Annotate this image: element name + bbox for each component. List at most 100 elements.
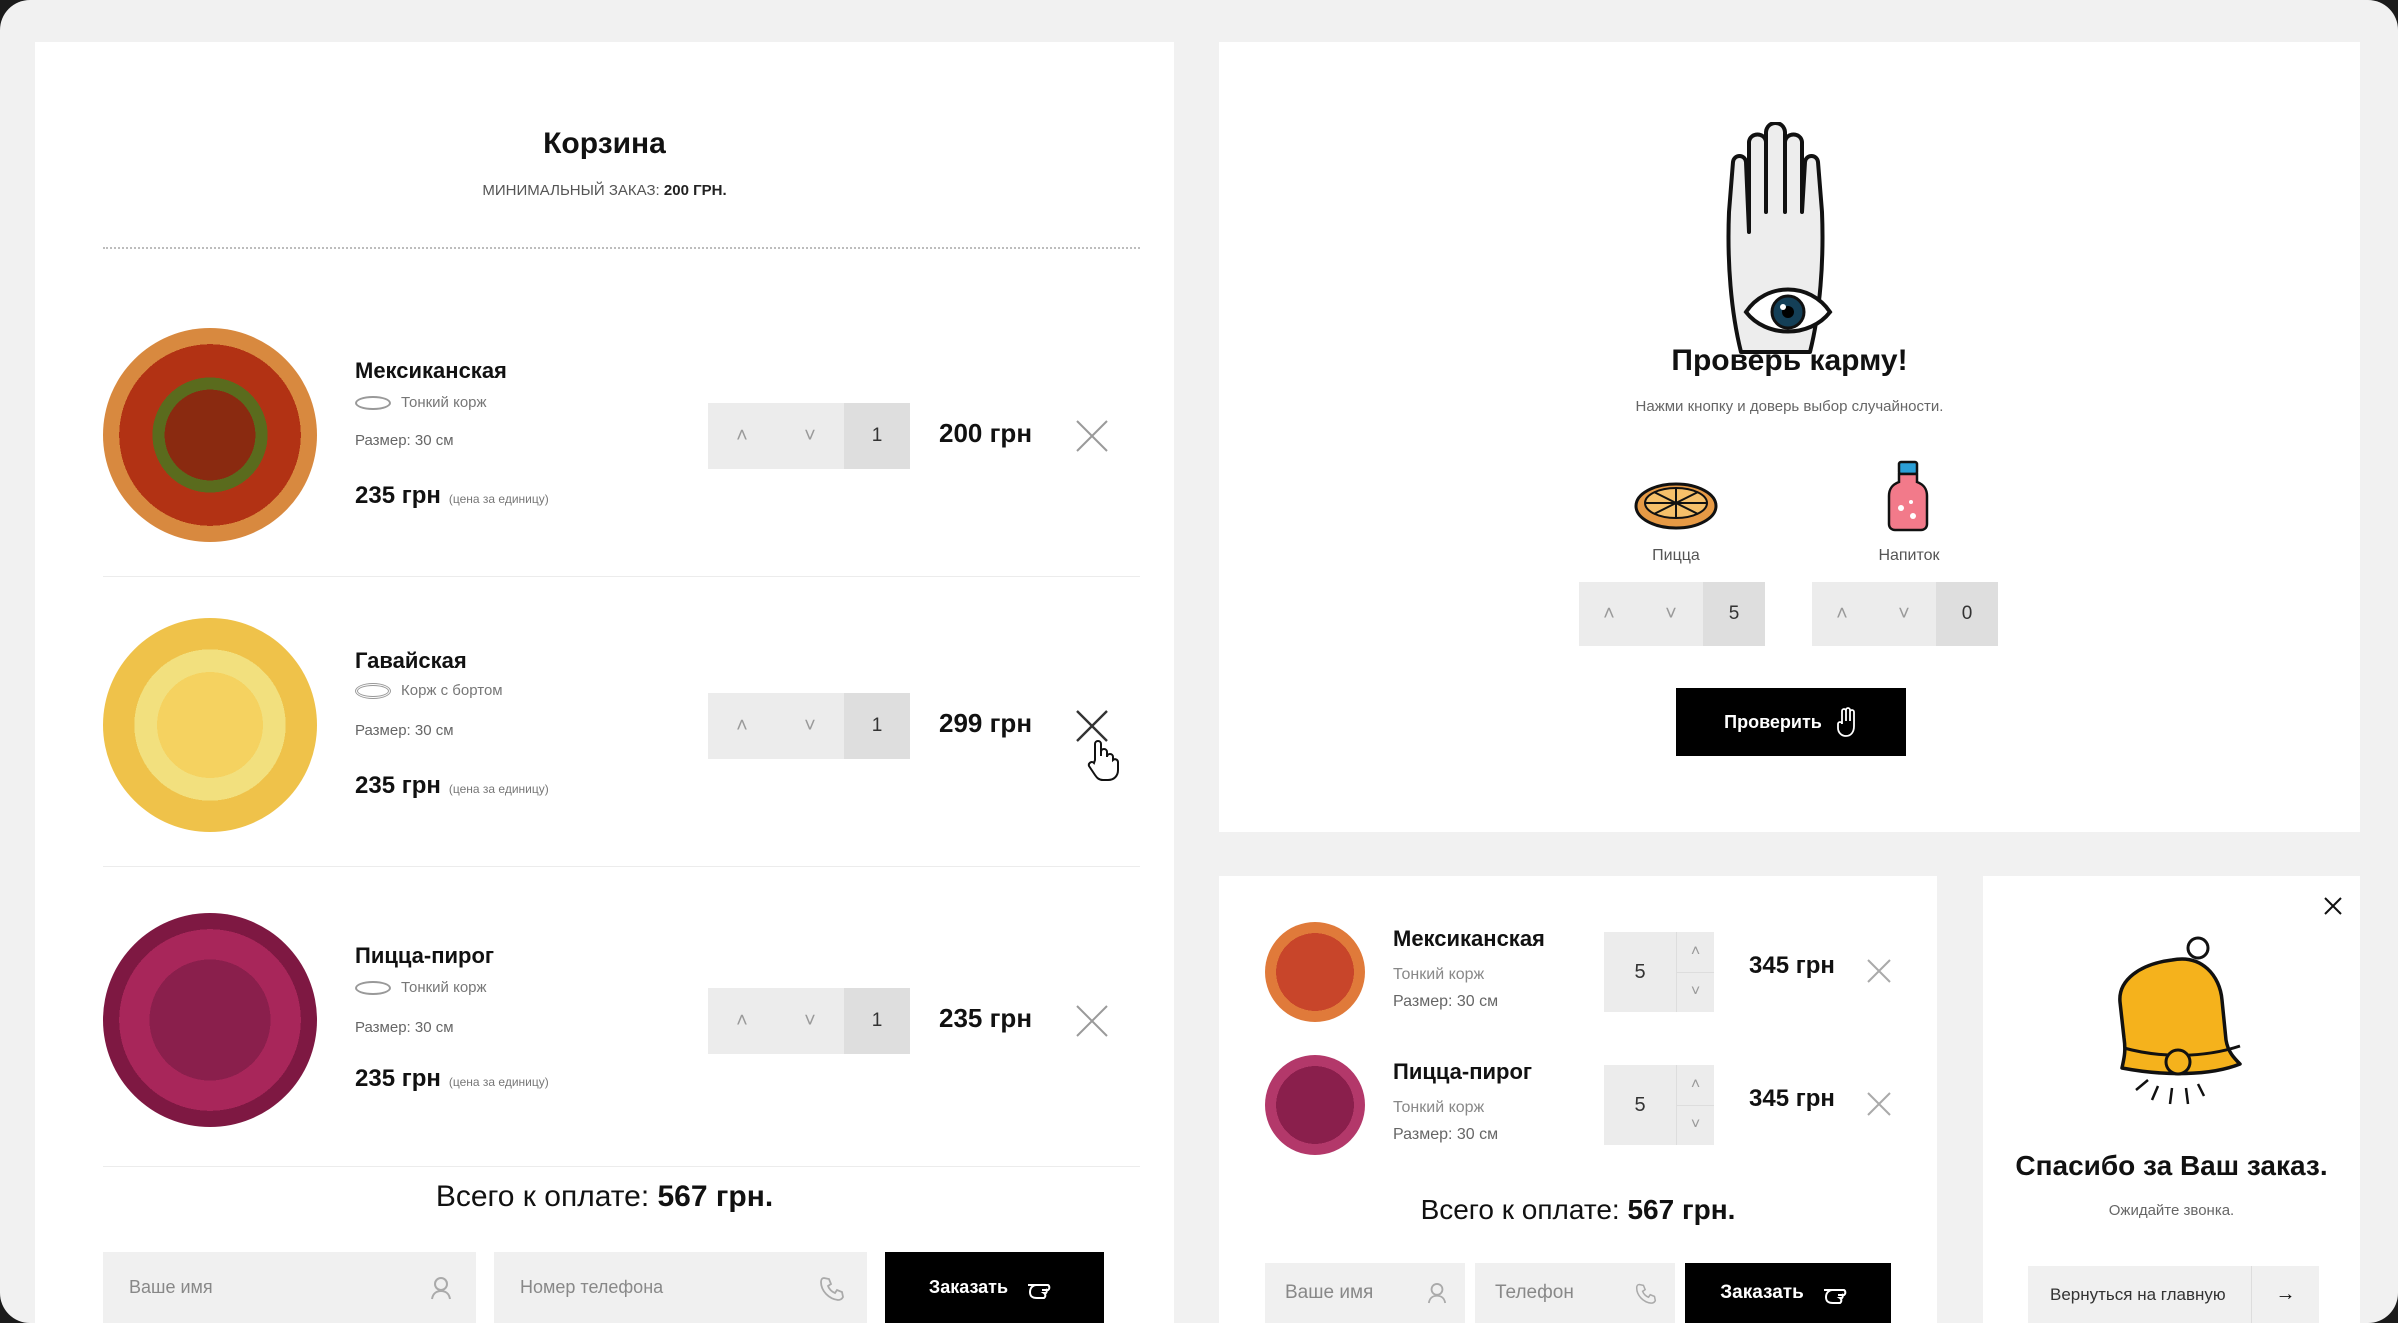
pointing-hand-icon (1028, 1283, 1051, 1299)
cart-item: Пицца-пирог Тонкий корж Размер: 30 см 23… (35, 867, 1174, 1167)
drink-label: Напиток (1878, 547, 1940, 564)
item-divider (103, 1166, 1140, 1167)
item-unit-price: 235 грн (цена за единицу) (355, 1065, 549, 1092)
quantity-stepper: ˄ ˅ 1 (708, 693, 910, 759)
item-total: 200 грн (939, 418, 1033, 448)
increment-button[interactable]: ˄ (708, 403, 776, 469)
back-to-home-button[interactable]: Вернуться на главную → (2028, 1266, 2319, 1323)
item-name: Пицца-пирог (355, 943, 495, 968)
pizza-icon (1634, 482, 1718, 530)
hand-icon (1836, 707, 1855, 737)
increment-button[interactable]: ˄ (708, 988, 776, 1054)
pizza-image-pie (1265, 1055, 1365, 1155)
item-size: Размер: 30 см (355, 722, 454, 739)
decrement-button[interactable]: ˅ (1677, 1106, 1714, 1146)
pizza-label: Пицца (1652, 547, 1700, 564)
mini-cart-item: Мексиканская Тонкий корж Размер: 30 см 5… (1219, 876, 1937, 1022)
order-button[interactable]: Заказать (1685, 1263, 1891, 1323)
mini-cart-total: Всего к оплате: 567 грн. (1420, 1194, 1736, 1225)
item-name: Пицца-пирог (1393, 1059, 1533, 1084)
decrement-button[interactable]: ˅ (776, 693, 844, 759)
pizza-image-mexican (103, 328, 317, 542)
item-total: 345 грн (1749, 1085, 1835, 1112)
item-total: 345 грн (1749, 952, 1835, 979)
thanks-title: Спасибо за Ваш заказ. (2015, 1150, 2328, 1181)
app-canvas: Корзина МИНИМАЛЬНЫЙ ЗАКАЗ: 200 ГРН. Мекс… (0, 0, 2398, 1323)
pizza-quantity-stepper: ˄ ˅ 5 (1579, 582, 1765, 646)
bell-icon (2118, 936, 2242, 1105)
pizza-image-pie (103, 913, 317, 1127)
item-total: 299 грн (939, 708, 1033, 738)
item-crust: Корж с бортом (355, 682, 503, 699)
min-order: МИНИМАЛЬНЫЙ ЗАКАЗ: 200 ГРН. (482, 182, 727, 199)
pizza-image-mexican (1265, 922, 1365, 1022)
quantity-stepper: 5 ˄ ˅ (1604, 932, 1714, 1012)
item-size: Размер: 30 см (355, 1019, 454, 1036)
crust-icon (355, 980, 391, 995)
thanks-subtitle: Ожидайте звонка. (2108, 1202, 2235, 1219)
item-total: 235 грн (939, 1003, 1033, 1033)
increment-button[interactable]: ˄ (1677, 932, 1714, 973)
item-name: Мексиканская (355, 358, 507, 383)
dotted-divider (103, 247, 1140, 249)
item-unit-price: 235 грн (цена за единицу) (355, 772, 549, 799)
user-icon (431, 1276, 451, 1299)
decrement-button[interactable]: ˅ (776, 403, 844, 469)
quantity-value[interactable]: 1 (844, 403, 910, 469)
item-size: Размер: 30 см (1393, 1126, 1499, 1143)
remove-item-button[interactable] (1866, 958, 1892, 984)
quantity-value[interactable]: 5 (1604, 1065, 1676, 1145)
cart-item: Мексиканская Тонкий корж Размер: 30 см 2… (35, 282, 1174, 577)
phone-field[interactable]: Номер телефона (494, 1252, 867, 1323)
close-icon[interactable] (2323, 896, 2343, 916)
decrement-button[interactable]: ˅ (1639, 582, 1703, 646)
karma-subtitle: Нажми кнопку и доверь выбор случайности. (1635, 398, 1944, 415)
check-karma-button[interactable]: Проверить (1676, 688, 1906, 756)
increment-button[interactable]: ˄ (1812, 582, 1872, 646)
decrement-button[interactable]: ˅ (776, 988, 844, 1054)
drink-quantity-stepper: ˄ ˅ 0 (1812, 582, 1998, 646)
crust-icon (355, 682, 391, 699)
remove-item-button[interactable] (1866, 1091, 1892, 1117)
quantity-stepper: ˄ ˅ 1 (708, 988, 910, 1054)
name-field[interactable]: Ваше имя (103, 1252, 476, 1323)
quantity-value[interactable]: 0 (1936, 582, 1998, 646)
cart-total: Всего к оплате: 567 грн. (435, 1180, 774, 1213)
back-button-label: Вернуться на главную (2050, 1284, 2226, 1304)
quantity-stepper: ˄ ˅ 1 (708, 403, 910, 469)
cart-panel: Корзина МИНИМАЛЬНЫЙ ЗАКАЗ: 200 ГРН. Мекс… (35, 42, 1174, 1323)
mini-cart-item: Пицца-пирог Тонкий корж Размер: 30 см 5 … (1219, 1009, 1937, 1155)
increment-button[interactable]: ˄ (1579, 582, 1639, 646)
drink-bottle-icon (1887, 460, 1929, 532)
decrement-button[interactable]: ˅ (1677, 973, 1714, 1013)
item-unit-price: 235 грн (цена за единицу) (355, 482, 549, 509)
quantity-value[interactable]: 1 (844, 693, 910, 759)
remove-item-button[interactable] (1075, 419, 1109, 453)
quantity-value[interactable]: 5 (1703, 582, 1765, 646)
karma-title: Проверь карму! (1671, 344, 1908, 377)
item-crust: Тонкий корж (1393, 1099, 1485, 1116)
cart-title: Корзина (543, 127, 666, 160)
item-crust: Тонкий корж (355, 394, 487, 411)
phone-icon (1635, 1283, 1657, 1304)
thanks-panel: Спасибо за Ваш заказ. Ожидайте звонка. В… (1983, 876, 2360, 1323)
name-field[interactable]: Ваше имя (1265, 1263, 1465, 1323)
decrement-button[interactable]: ˅ (1872, 582, 1936, 646)
item-size: Размер: 30 см (355, 432, 454, 449)
karma-panel: Проверь карму! Нажми кнопку и доверь выб… (1219, 42, 2360, 832)
item-name: Мексиканская (1393, 926, 1545, 951)
quantity-value[interactable]: 5 (1604, 932, 1676, 1012)
increment-button[interactable]: ˄ (708, 693, 776, 759)
quantity-value[interactable]: 1 (844, 988, 910, 1054)
hand-cursor-icon (1087, 740, 1119, 781)
mini-cart-panel: Мексиканская Тонкий корж Размер: 30 см 5… (1219, 876, 1937, 1323)
pizza-image-hawaiian (103, 618, 317, 832)
increment-button[interactable]: ˄ (1677, 1065, 1714, 1106)
user-icon (1427, 1283, 1447, 1304)
phone-field[interactable]: Телефон (1475, 1263, 1675, 1323)
item-crust: Тонкий корж (1393, 966, 1485, 983)
arrow-right-icon: → (2251, 1266, 2319, 1323)
remove-item-button[interactable] (1075, 1004, 1109, 1038)
order-button[interactable]: Заказать (885, 1252, 1104, 1323)
crust-icon (355, 395, 391, 410)
